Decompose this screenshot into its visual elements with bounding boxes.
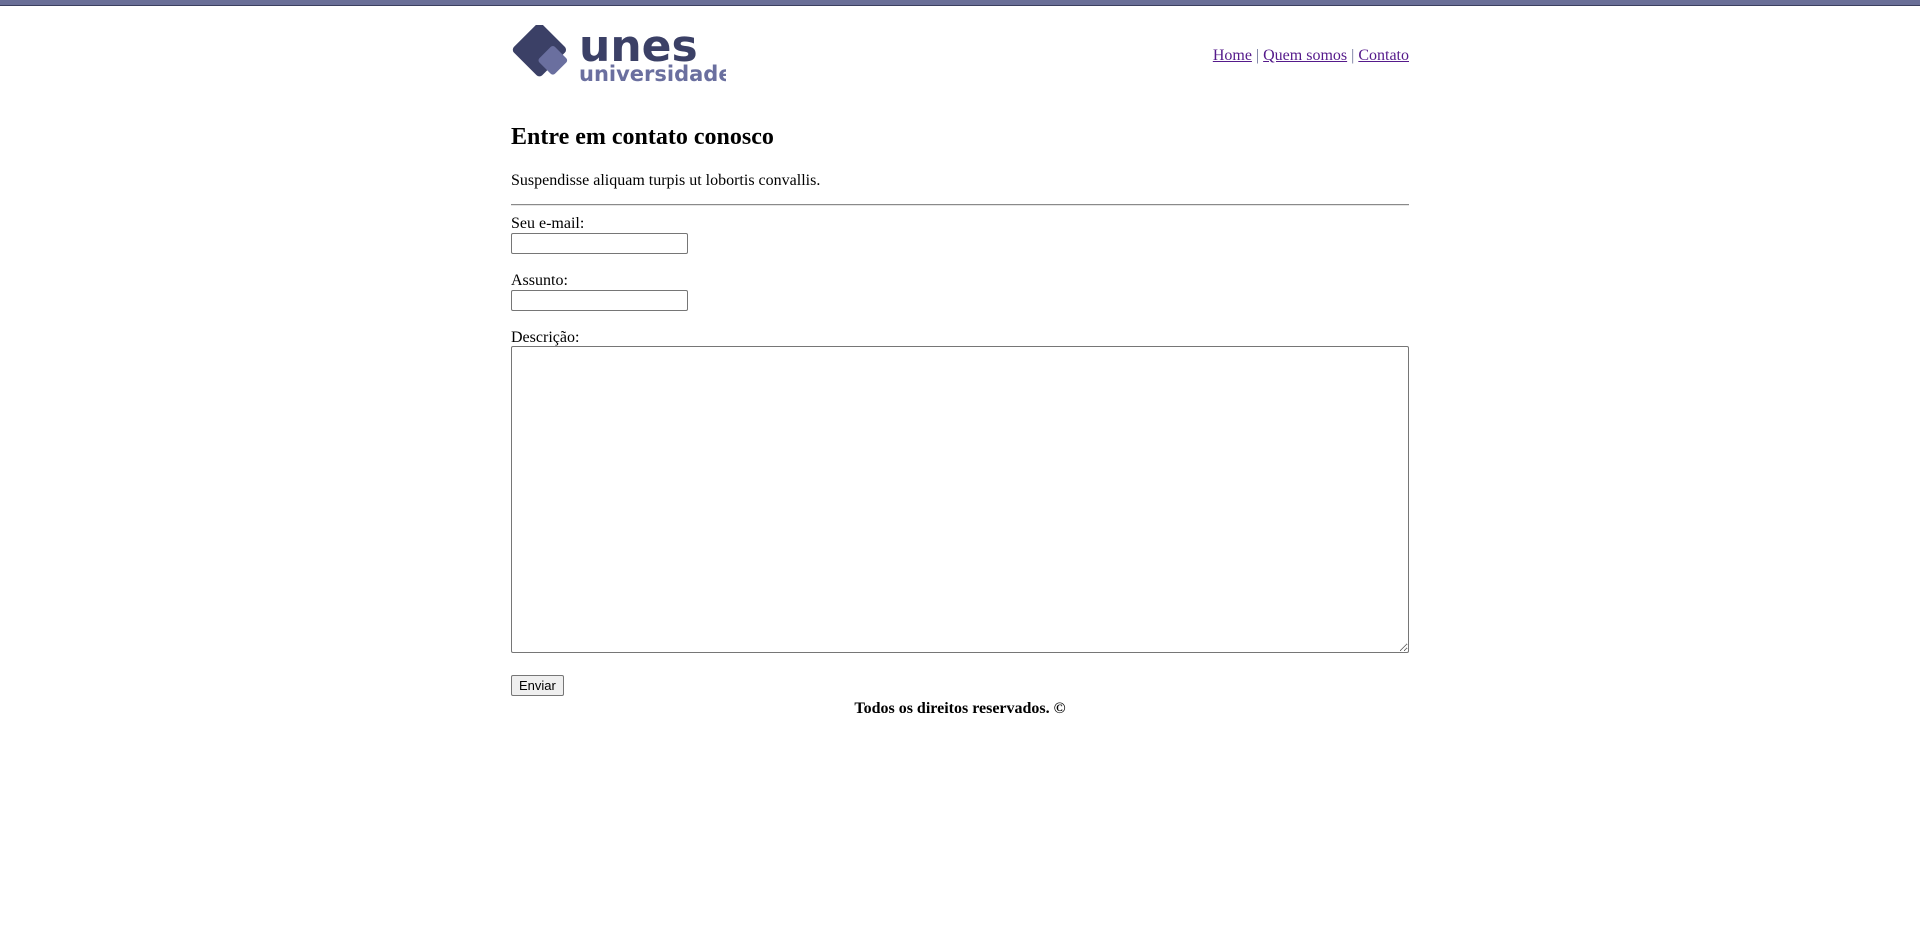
site-footer: Todos os direitos reservados. © [854,700,1066,717]
logo-tagline: universidade [579,62,726,85]
description-label: Descrição: [511,329,580,346]
nav-link-quem-somos[interactable]: Quem somos [1263,47,1347,64]
nav-separator: | [1351,47,1355,64]
nav-separator: | [1255,47,1260,64]
page-title: Entre em contato conosco [511,124,774,150]
description-textarea[interactable] [511,346,1409,653]
intro-text: Suspendisse aliquam turpis ut lobortis c… [511,172,821,189]
page-container: unes universidade Home | Quem somos | Co… [511,0,1409,717]
email-field[interactable] [511,233,688,254]
email-label: Seu e-mail: [511,215,585,232]
diamond-logo-icon: unes universidade [512,25,726,85]
nav-link-home[interactable]: Home [1213,47,1252,64]
submit-button[interactable]: Enviar [511,675,564,696]
main-nav: Home | Quem somos | Contato [1213,46,1409,65]
site-logo[interactable]: unes universidade [511,25,726,85]
nav-link-contato[interactable]: Contato [1358,47,1409,64]
site-header: unes universidade Home | Quem somos | Co… [511,0,1409,100]
subject-label: Assunto: [511,272,568,289]
divider [511,204,1409,206]
subject-field[interactable] [511,290,688,311]
